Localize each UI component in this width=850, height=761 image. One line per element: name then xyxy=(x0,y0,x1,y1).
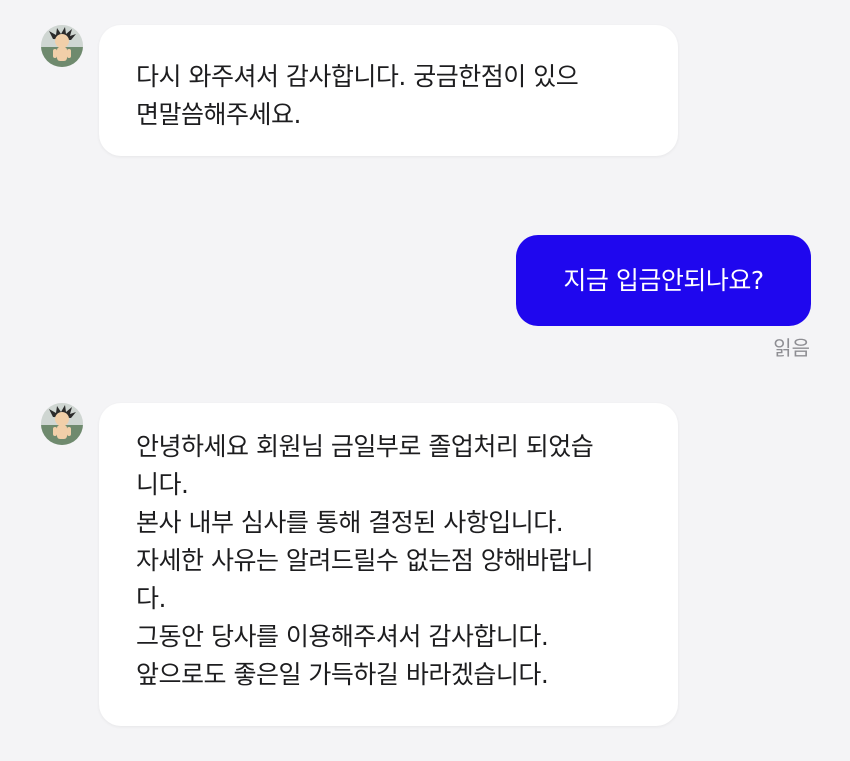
message-text-line: 면말씀해주세요. xyxy=(136,100,301,129)
message-text-line: 앞으로도 좋은일 가득하길 바라겠습니다. xyxy=(136,660,549,689)
agent-avatar[interactable] xyxy=(41,25,83,67)
message-text-line: 안녕하세요 회원님 금일부로 졸업처리 되었습 xyxy=(136,432,594,461)
read-receipt: 읽음 xyxy=(773,336,810,360)
message-text-line: 니다. xyxy=(136,470,189,499)
message-text-line: 다. xyxy=(136,584,166,613)
message-text-line: 자세한 사유는 알려드릴수 없는점 양해바랍니 xyxy=(136,546,594,575)
received-message-bubble[interactable]: 다시 와주셔서 감사합니다. 궁금한점이 있으 면말씀해주세요. xyxy=(99,25,678,156)
character-avatar-icon xyxy=(41,25,83,67)
sent-message-bubble[interactable]: 지금 입금안되나요? xyxy=(516,235,811,326)
agent-avatar[interactable] xyxy=(41,403,83,445)
message-text-line: 본사 내부 심사를 통해 결정된 사항입니다. xyxy=(136,508,564,537)
message-text-line: 다시 와주셔서 감사합니다. 궁금한점이 있으 xyxy=(136,62,579,91)
received-message-bubble[interactable]: 안녕하세요 회원님 금일부로 졸업처리 되었습 니다. 본사 내부 심사를 통해… xyxy=(99,403,678,726)
character-avatar-icon xyxy=(41,403,83,445)
message-text-line: 그동안 당사를 이용해주셔서 감사합니다. xyxy=(136,622,549,651)
